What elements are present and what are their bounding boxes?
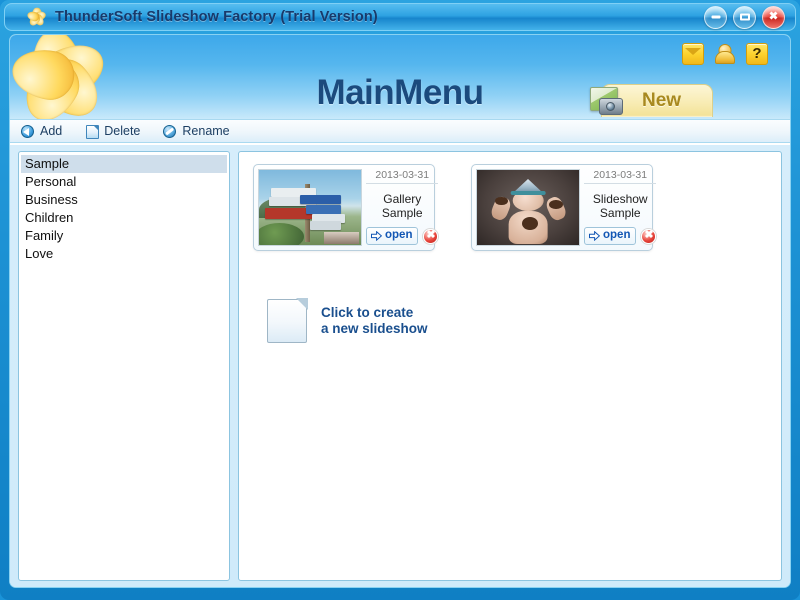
- arrow-right-icon: [371, 231, 382, 241]
- application-window: ThunderSoft Slideshow Factory (Trial Ver…: [0, 0, 800, 600]
- arrow-right-icon: [589, 231, 600, 241]
- delete-icon: [84, 124, 99, 139]
- projects-panel: 2013-03-31 Gallery Sample open: [238, 151, 782, 581]
- window-controls: ✖: [704, 6, 785, 29]
- toolbar-delete-label: Delete: [104, 124, 140, 138]
- window-title: ThunderSoft Slideshow Factory (Trial Ver…: [55, 9, 378, 25]
- open-button-label: open: [385, 230, 412, 242]
- body-area: Sample Personal Business Children Family…: [10, 145, 790, 588]
- new-project-button[interactable]: New: [601, 84, 713, 117]
- project-title: Slideshow Sample: [584, 184, 656, 227]
- delete-project-button[interactable]: ✖: [423, 229, 438, 244]
- category-list[interactable]: Sample Personal Business Children Family…: [18, 151, 230, 581]
- open-button-label: open: [603, 230, 630, 242]
- create-new-label: Click to create a new slideshow: [321, 305, 428, 337]
- sidebar-item-family[interactable]: Family: [21, 227, 227, 245]
- new-document-flower-icon: [267, 299, 307, 343]
- add-icon: [20, 124, 35, 139]
- restore-button[interactable]: [733, 6, 756, 29]
- create-new-slideshow-button[interactable]: Click to create a new slideshow: [267, 299, 428, 343]
- window-content: MainMenu ? New: [9, 34, 791, 588]
- new-button-label: New: [642, 90, 681, 112]
- header-icon-group: ?: [682, 43, 768, 65]
- photo-camera-icon: [590, 87, 624, 115]
- help-icon-label: ?: [752, 46, 761, 61]
- open-button[interactable]: open: [366, 227, 418, 245]
- title-bar[interactable]: ThunderSoft Slideshow Factory (Trial Ver…: [4, 3, 796, 31]
- project-actions: open ✖: [584, 227, 656, 246]
- project-card[interactable]: 2013-03-31 Gallery Sample open: [253, 164, 435, 251]
- create-new-line2: a new slideshow: [321, 321, 428, 337]
- project-date: 2013-03-31: [584, 169, 656, 184]
- rename-icon: [162, 124, 177, 139]
- toolbar-add-button[interactable]: Add: [20, 124, 62, 139]
- project-meta: 2013-03-31 Slideshow Sample open: [580, 169, 656, 246]
- project-card-row: 2013-03-31 Gallery Sample open: [253, 164, 767, 251]
- sidebar-item-personal[interactable]: Personal: [21, 173, 227, 191]
- project-card[interactable]: 2013-03-31 Slideshow Sample open: [471, 164, 653, 251]
- toolbar-delete-button[interactable]: Delete: [84, 124, 140, 139]
- sidebar-item-love[interactable]: Love: [21, 245, 227, 263]
- header-banner: MainMenu ? New: [10, 35, 790, 119]
- help-icon[interactable]: ?: [746, 43, 768, 65]
- project-thumbnail[interactable]: [476, 169, 580, 246]
- sidebar-item-business[interactable]: Business: [21, 191, 227, 209]
- project-thumbnail[interactable]: [258, 169, 362, 246]
- mail-icon[interactable]: [682, 43, 704, 65]
- sidebar-item-children[interactable]: Children: [21, 209, 227, 227]
- toolbar-rename-label: Rename: [182, 124, 229, 138]
- project-meta: 2013-03-31 Gallery Sample open: [362, 169, 438, 246]
- close-button[interactable]: ✖: [762, 6, 785, 29]
- delete-project-button[interactable]: ✖: [641, 229, 656, 244]
- create-new-line1: Click to create: [321, 305, 428, 321]
- toolbar-rename-button[interactable]: Rename: [162, 124, 229, 139]
- toolbar-add-label: Add: [40, 124, 62, 138]
- sidebar-item-sample[interactable]: Sample: [21, 155, 227, 173]
- toolbar: Add Delete Rename: [10, 119, 790, 143]
- project-date: 2013-03-31: [366, 169, 438, 184]
- app-flower-icon: [27, 7, 47, 27]
- user-icon[interactable]: [714, 43, 736, 65]
- project-title: Gallery Sample: [366, 184, 438, 227]
- project-actions: open ✖: [366, 227, 438, 246]
- minimize-button[interactable]: [704, 6, 727, 29]
- open-button[interactable]: open: [584, 227, 636, 245]
